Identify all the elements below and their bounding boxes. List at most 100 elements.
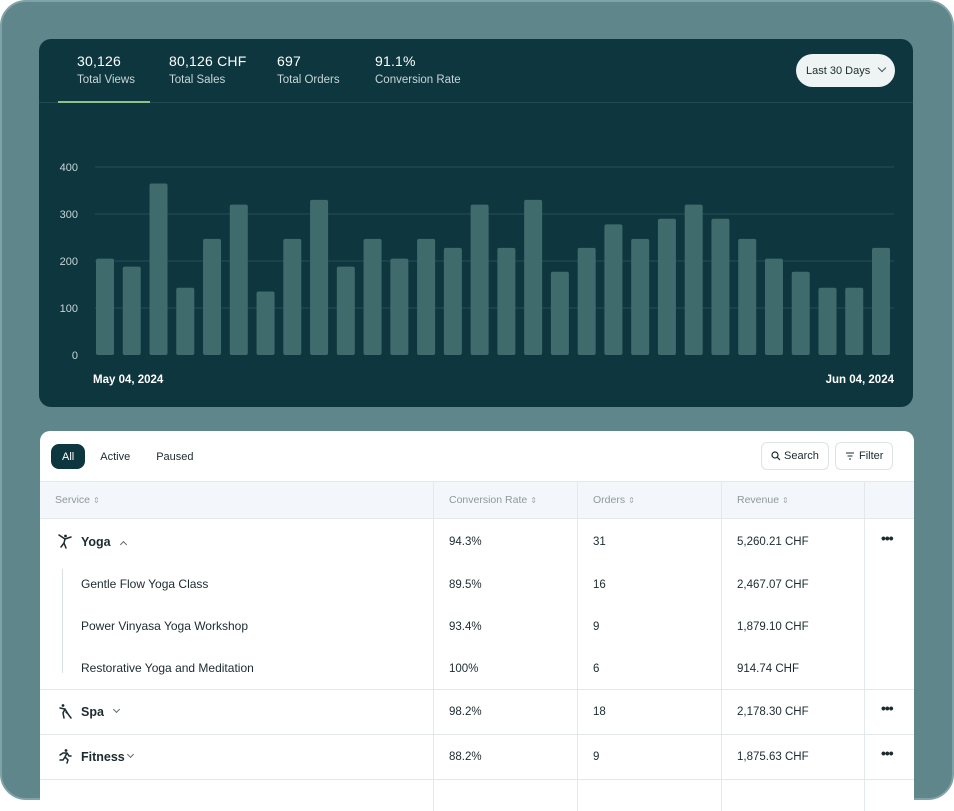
stat-total-sales[interactable]: 80,126 CHF Total Sales (169, 53, 246, 86)
service-name: Restorative Yoga and Meditation (81, 661, 254, 675)
bar[interactable] (310, 199, 329, 355)
conversion-rate: 93.4% (449, 621, 482, 633)
bar[interactable] (122, 266, 141, 355)
bar[interactable] (497, 247, 516, 355)
conversion-rate: 100% (449, 663, 479, 675)
x-axis-start-label: May 04, 2024 (93, 374, 164, 386)
bar[interactable] (336, 266, 355, 355)
search-button[interactable]: Search (761, 442, 829, 470)
bar[interactable] (203, 238, 222, 355)
tab-paused[interactable]: Paused (146, 444, 203, 469)
service-name[interactable]: Yoga (81, 535, 111, 549)
orders: 18 (593, 706, 606, 718)
orders: 31 (593, 536, 606, 548)
chevron-down-icon[interactable] (112, 705, 121, 714)
chevron-down-icon (877, 63, 887, 73)
bar[interactable] (283, 238, 302, 355)
orders: 9 (593, 751, 600, 763)
bar[interactable] (256, 291, 275, 355)
stat-label: Total Orders (277, 74, 340, 86)
revenue: 1,879.10 CHF (737, 621, 809, 633)
bar[interactable] (818, 287, 837, 355)
revenue: 5,260.21 CHF (737, 536, 809, 548)
bar[interactable] (738, 238, 757, 355)
date-range-dropdown[interactable]: Last 30 Days (796, 54, 895, 87)
bar[interactable] (229, 204, 248, 355)
x-axis-end-label: Jun 04, 2024 (825, 374, 894, 386)
service-name: Gentle Flow Yoga Class (81, 577, 209, 591)
bar[interactable] (390, 258, 409, 355)
orders: 9 (593, 621, 600, 633)
bar[interactable] (176, 287, 195, 355)
y-tick-label: 300 (60, 209, 78, 221)
stat-label: Conversion Rate (375, 74, 461, 86)
bar[interactable] (550, 271, 569, 355)
column-header-revenue[interactable]: Revenue ⇕ (737, 482, 789, 520)
bar[interactable] (845, 287, 864, 355)
service-name[interactable]: Spa (81, 705, 104, 719)
bar[interactable] (631, 238, 650, 355)
sort-icon: ⇕ (628, 496, 635, 505)
filter-button[interactable]: Filter (835, 442, 894, 470)
more-options-icon[interactable]: ••• (881, 530, 894, 546)
bar[interactable] (764, 258, 783, 355)
table-group-spa: Spa 98.2% 18 2,178.30 CHF ••• (40, 690, 914, 735)
revenue: 2,178.30 CHF (737, 706, 809, 718)
stat-total-orders[interactable]: 697 Total Orders (277, 53, 340, 86)
bar[interactable] (149, 183, 168, 355)
stat-conversion-rate[interactable]: 91.1% Conversion Rate (375, 53, 461, 86)
table-row[interactable]: Restorative Yoga and Meditation 100% 6 9… (40, 657, 914, 690)
table-row[interactable]: Power Vinyasa Yoga Workshop 93.4% 9 1,87… (40, 615, 914, 657)
conversion-rate: 88.2% (449, 751, 482, 763)
yoga-pose-icon (58, 534, 72, 549)
bar[interactable] (417, 238, 436, 355)
bar[interactable] (470, 204, 489, 355)
bar[interactable] (604, 224, 623, 355)
bar[interactable] (657, 218, 676, 355)
tab-active[interactable]: Active (90, 444, 140, 469)
stat-label: Total Views (77, 74, 135, 86)
chevron-down-icon[interactable] (126, 750, 135, 759)
bar[interactable] (711, 218, 730, 355)
table-header: Service ⇕ Conversion Rate ⇕ Orders ⇕ Revenu… (40, 481, 914, 519)
bar[interactable] (791, 271, 810, 355)
status-tabs: All Active Paused (51, 444, 210, 469)
service-name: Power Vinyasa Yoga Workshop (81, 619, 248, 633)
conversion-rate: 94.3% (449, 536, 482, 548)
column-header-service[interactable]: Service ⇕ (55, 482, 100, 520)
services-table-card: All Active Paused Search Filter Service ⇕… (40, 431, 914, 811)
sort-icon: ⇕ (782, 496, 789, 505)
revenue: 914.74 CHF (737, 663, 800, 675)
y-tick-label: 100 (60, 303, 78, 315)
tab-all[interactable]: All (51, 444, 86, 469)
bar[interactable] (96, 258, 114, 355)
table-row[interactable]: Gentle Flow Yoga Class 89.5% 16 2,467.07… (40, 573, 914, 615)
stat-value: 91.1% (375, 53, 416, 69)
stat-value: 80,126 CHF (169, 53, 247, 69)
bar[interactable] (684, 204, 703, 355)
sort-icon: ⇕ (530, 496, 537, 505)
revenue: 2,467.07 CHF (737, 579, 809, 591)
conversion-rate: 98.2% (449, 706, 482, 718)
bar[interactable] (577, 247, 596, 355)
y-tick-label: 400 (60, 162, 78, 174)
column-label: Revenue (737, 494, 780, 506)
bar[interactable] (363, 238, 382, 355)
filter-label: Filter (859, 450, 884, 462)
column-label: Service (55, 494, 91, 506)
date-range-label: Last 30 Days (806, 64, 871, 77)
revenue: 1,875.63 CHF (737, 751, 809, 763)
bar-chart: 400 300 200 100 0 (60, 162, 894, 362)
service-name[interactable]: Fitness (81, 750, 125, 764)
more-options-icon[interactable]: ••• (881, 745, 894, 761)
more-options-icon[interactable]: ••• (881, 700, 894, 716)
column-header-orders[interactable]: Orders ⇕ (593, 482, 635, 520)
stat-total-views[interactable]: 30,126 Total Views (58, 53, 150, 103)
bar[interactable] (524, 199, 543, 355)
running-icon (59, 749, 72, 764)
y-tick-label: 200 (60, 256, 78, 268)
bar[interactable] (872, 247, 890, 355)
bar[interactable] (443, 247, 462, 355)
chevron-up-icon[interactable] (119, 540, 128, 549)
column-header-conversion-rate[interactable]: Conversion Rate ⇕ (449, 482, 537, 520)
